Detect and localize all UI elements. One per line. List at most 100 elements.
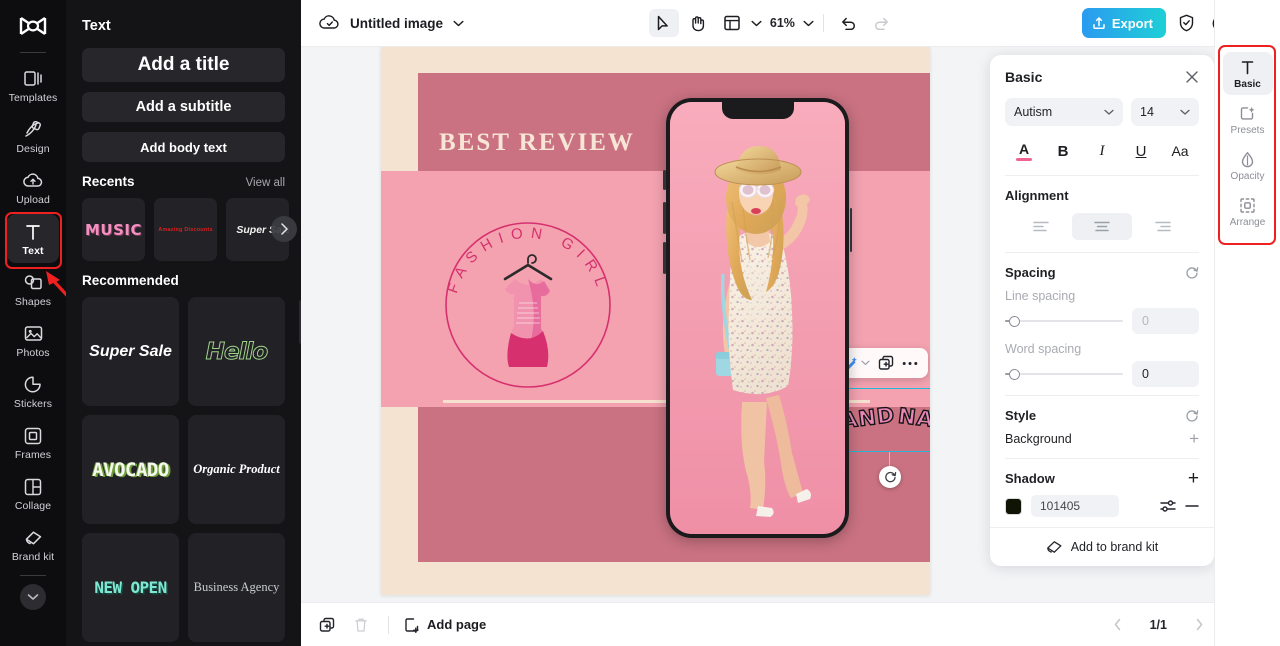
rotate-handle-icon — [884, 471, 897, 484]
bottom-toolbar: Add page 1/1 — [301, 602, 1280, 646]
sidebar-item-brand-kit[interactable]: Brand kit — [7, 520, 59, 567]
design-icon — [24, 119, 43, 140]
fashion-model-photo — [670, 102, 845, 534]
add-title-button[interactable]: Add a title — [82, 48, 285, 82]
align-left-button[interactable] — [1011, 213, 1072, 240]
add-subtitle-button[interactable]: Add a subtitle — [82, 92, 285, 122]
word-spacing-slider[interactable] — [1005, 366, 1123, 382]
next-page-button[interactable] — [1187, 613, 1211, 637]
list-item[interactable]: Organic Product — [188, 415, 285, 524]
properties-divider-2 — [1005, 252, 1199, 253]
sidebar-item-design[interactable]: Design — [7, 112, 59, 161]
list-item[interactable]: NEW OPEN — [82, 533, 179, 642]
sidebar-item-label: Stickers — [13, 398, 53, 410]
chevron-down-icon[interactable] — [453, 20, 464, 27]
right-tab-label: Arrange — [1229, 217, 1266, 228]
reset-icon[interactable] — [1185, 409, 1199, 423]
background-row[interactable]: Background + — [1005, 430, 1199, 447]
sidebar-item-label: Design — [16, 143, 50, 155]
line-spacing-input[interactable]: 0 — [1132, 308, 1199, 334]
zoom-chevron-icon[interactable] — [803, 20, 814, 27]
sidebar-item-photos[interactable]: Photos — [7, 316, 59, 365]
right-tab-opacity[interactable]: Opacity — [1223, 144, 1273, 187]
document-title[interactable]: Untitled image — [350, 16, 443, 31]
fashion-girl-badge[interactable]: FASHION GIRL — [433, 207, 623, 397]
add-body-text-button[interactable]: Add body text — [82, 132, 285, 162]
list-item[interactable]: Super Sale — [82, 297, 179, 406]
add-page-button[interactable]: Add page — [404, 617, 486, 633]
list-item[interactable]: Business Agency — [188, 533, 285, 642]
zoom-level-value[interactable]: 61% — [766, 16, 799, 30]
minus-icon[interactable] — [1185, 504, 1199, 508]
capcut-logo[interactable] — [13, 10, 53, 44]
list-item[interactable]: Amazing Discounts — [154, 198, 217, 261]
style-header: Style — [1005, 408, 1199, 423]
sidebar-item-upload[interactable]: Upload — [7, 163, 59, 212]
shadow-header: Shadow + — [1005, 469, 1199, 488]
close-icon[interactable] — [1185, 70, 1199, 84]
export-button[interactable]: Export — [1081, 8, 1166, 38]
undo-icon — [840, 16, 856, 30]
word-spacing-input[interactable]: 0 — [1132, 361, 1199, 387]
shadow-hex-input[interactable]: 101405 — [1031, 495, 1119, 517]
canvas-headline-text[interactable]: BEST REVIEW — [439, 129, 635, 157]
phone-mockup[interactable] — [663, 98, 852, 538]
rotate-handle[interactable] — [879, 466, 901, 488]
slider-knob[interactable] — [1009, 316, 1020, 327]
text-color-button[interactable]: A — [1009, 138, 1039, 164]
add-to-brand-kit-button[interactable]: Add to brand kit — [990, 527, 1214, 566]
text-case-button[interactable]: Aa — [1165, 138, 1195, 164]
line-spacing-slider[interactable] — [1005, 313, 1123, 329]
background-add-button[interactable]: + — [1189, 430, 1199, 447]
design-canvas[interactable]: BEST REVIEW FASHION GIRL BRAND NAME — [381, 47, 930, 595]
sidebar-item-shapes[interactable]: Shapes — [7, 265, 59, 314]
layout-chevron-icon[interactable] — [751, 20, 762, 27]
brandkit-icon — [24, 527, 43, 548]
trash-icon — [354, 617, 368, 633]
reset-icon[interactable] — [1185, 266, 1199, 280]
underline-button[interactable]: U — [1126, 138, 1156, 164]
sidebar-item-text[interactable]: Text — [7, 214, 59, 263]
redo-button[interactable] — [867, 9, 897, 37]
shield-check-button[interactable] — [1172, 9, 1200, 37]
right-tab-basic[interactable]: Basic — [1222, 52, 1273, 95]
italic-button[interactable]: I — [1087, 138, 1117, 164]
list-item[interactable]: Hello — [188, 297, 285, 406]
shadow-add-button[interactable]: + — [1188, 469, 1199, 488]
right-tab-presets[interactable]: Presets — [1223, 98, 1273, 141]
list-item[interactable]: AVOCADO — [82, 415, 179, 524]
sidebar-item-stickers[interactable]: Stickers — [7, 367, 59, 416]
more-options-button[interactable] — [902, 361, 918, 366]
prev-page-button[interactable] — [1106, 613, 1130, 637]
chevron-left-icon — [1113, 618, 1122, 631]
recommended-item-label: Organic Product — [193, 462, 280, 476]
sidebar-item-collage[interactable]: Collage — [7, 469, 59, 518]
font-family-select[interactable]: Autism — [1005, 98, 1123, 126]
delete-page-button[interactable] — [349, 613, 373, 637]
right-tab-arrange[interactable]: Arrange — [1223, 190, 1273, 233]
properties-header: Basic — [1005, 69, 1199, 85]
select-tool-button[interactable] — [648, 9, 679, 37]
spacing-label: Spacing — [1005, 265, 1056, 280]
slider-knob[interactable] — [1009, 369, 1020, 380]
sidebar-item-frames[interactable]: Frames — [7, 418, 59, 467]
bold-button[interactable]: B — [1048, 138, 1078, 164]
font-size-select[interactable]: 14 — [1131, 98, 1199, 126]
recents-view-all-link[interactable]: View all — [246, 177, 285, 189]
align-right-button[interactable] — [1132, 213, 1193, 240]
align-center-button[interactable] — [1071, 213, 1133, 240]
sidebar-expand-button[interactable] — [20, 584, 46, 610]
list-item[interactable]: MUSIC — [82, 198, 145, 261]
sidebar-item-label: Collage — [14, 500, 52, 512]
shadow-color-swatch[interactable] — [1005, 497, 1022, 515]
duplicate-element-button[interactable] — [878, 355, 894, 371]
cursor-select-icon — [656, 15, 671, 32]
panel-collapse-button[interactable] — [299, 299, 301, 345]
undo-button[interactable] — [833, 9, 863, 37]
sidebar-item-templates[interactable]: Templates — [7, 61, 59, 110]
sliders-icon[interactable] — [1160, 499, 1176, 513]
hand-tool-button[interactable] — [683, 9, 713, 37]
duplicate-page-button[interactable] — [315, 613, 339, 637]
recents-next-button[interactable] — [271, 216, 297, 242]
layout-tool-button[interactable] — [717, 9, 747, 37]
